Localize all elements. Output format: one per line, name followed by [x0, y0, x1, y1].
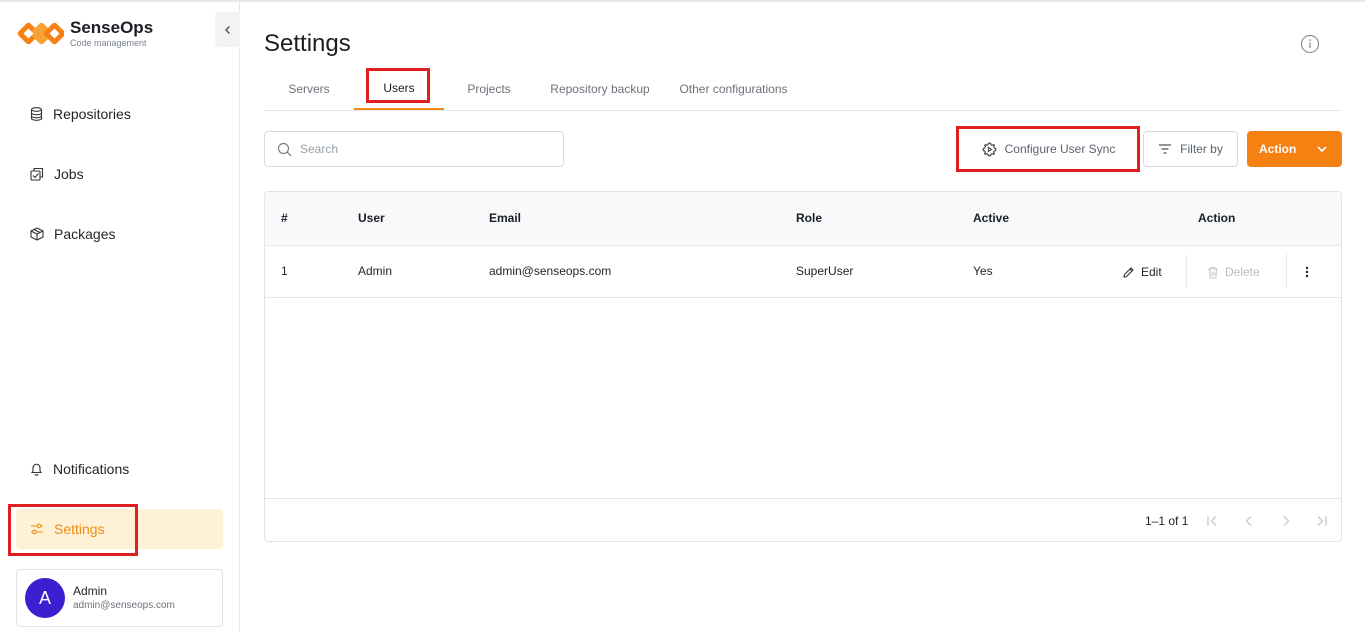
filter-by-button[interactable]: Filter by [1143, 131, 1238, 167]
trash-icon [1208, 266, 1218, 279]
sidebar-item-repositories[interactable]: Repositories [16, 94, 223, 134]
configure-user-sync-button[interactable]: Configure User Sync [962, 131, 1135, 167]
settings-tabs: Servers Users Projects Repository backup… [264, 68, 1342, 111]
filter-by-label: Filter by [1180, 142, 1223, 156]
divider [1186, 254, 1187, 288]
cell-user: Admin [358, 264, 393, 278]
column-header-index: # [281, 211, 288, 225]
sliders-icon [31, 523, 43, 535]
action-label: Action [1259, 142, 1297, 156]
filter-icon [1159, 144, 1172, 154]
sidebar-item-label: Jobs [54, 166, 84, 182]
users-table: # User Email Role Active Action 1 Admin … [264, 191, 1342, 542]
package-icon [30, 227, 44, 241]
last-page-button[interactable] [1312, 512, 1330, 530]
sidebar-item-notifications[interactable]: Notifications [16, 449, 223, 489]
user-email: admin@senseops.com [73, 600, 175, 611]
last-page-icon [1317, 516, 1327, 526]
first-page-button[interactable] [1204, 512, 1222, 530]
sidebar-item-settings[interactable]: Settings [16, 509, 223, 549]
brand-subtitle: Code management [70, 38, 147, 48]
delete-label: Delete [1225, 265, 1260, 279]
sidebar-collapse-button[interactable] [215, 12, 240, 47]
table-footer: 1–1 of 1 [265, 498, 1341, 541]
first-page-icon [1207, 516, 1217, 526]
sidebar-item-packages[interactable]: Packages [16, 214, 223, 254]
column-header-action: Action [1198, 211, 1236, 225]
jobs-icon [30, 167, 44, 181]
tab-users[interactable]: Users [354, 68, 444, 110]
senseops-logo-icon [16, 19, 66, 49]
column-header-active: Active [973, 211, 1010, 225]
action-button[interactable]: Action [1247, 131, 1342, 167]
user-name: Admin [73, 584, 108, 598]
tab-projects[interactable]: Projects [444, 68, 534, 110]
search-input[interactable] [300, 142, 540, 156]
next-page-button[interactable] [1277, 512, 1295, 530]
user-profile-card[interactable]: A Admin admin@senseops.com [16, 569, 223, 627]
previous-page-button[interactable] [1240, 512, 1258, 530]
more-vertical-icon [1305, 266, 1309, 278]
tab-repository-backup[interactable]: Repository backup [534, 68, 666, 110]
configure-user-sync-label: Configure User Sync [1004, 142, 1116, 156]
column-header-user: User [358, 211, 385, 225]
database-icon [30, 107, 43, 121]
cell-index: 1 [281, 264, 288, 278]
sidebar-item-jobs[interactable]: Jobs [16, 154, 223, 194]
cell-role: SuperUser [796, 264, 854, 278]
column-header-role: Role [796, 211, 823, 225]
tab-other-configurations[interactable]: Other configurations [666, 68, 801, 110]
sidebar-item-label: Settings [54, 521, 105, 537]
cell-email: admin@senseops.com [489, 264, 612, 278]
brand[interactable]: SenseOps Code management [16, 18, 153, 49]
more-options-button[interactable] [1303, 256, 1317, 288]
page-title: Settings [264, 30, 351, 57]
divider [1286, 254, 1287, 288]
table-header: # User Email Role Active Action [265, 192, 1341, 246]
chevron-left-icon [224, 25, 230, 34]
sidebar-item-label: Packages [54, 226, 116, 242]
column-header-email: Email [489, 211, 522, 225]
pagination-range: 1–1 of 1 [1145, 514, 1189, 528]
chevron-left-icon [1245, 516, 1252, 526]
chevron-down-icon [1317, 146, 1327, 153]
search-icon [277, 142, 292, 156]
brand-name: SenseOps [70, 18, 154, 37]
gear-icon [982, 142, 997, 156]
tab-servers[interactable]: Servers [264, 68, 354, 110]
cell-active: Yes [973, 264, 993, 278]
sidebar: SenseOps Code management Repositories Jo… [0, 2, 240, 632]
table-row: 1 Admin admin@senseops.com SuperUser Yes… [265, 246, 1341, 298]
edit-button[interactable]: Edit [1122, 256, 1162, 288]
bell-icon [30, 463, 43, 476]
chevron-right-icon [1283, 516, 1290, 526]
pencil-icon [1123, 266, 1134, 278]
sidebar-item-label: Notifications [53, 461, 130, 477]
delete-button[interactable]: Delete [1207, 256, 1260, 288]
avatar: A [25, 578, 65, 618]
edit-label: Edit [1141, 265, 1162, 279]
search-box [264, 131, 564, 167]
info-icon[interactable] [1300, 34, 1320, 57]
sidebar-item-label: Repositories [53, 106, 131, 122]
